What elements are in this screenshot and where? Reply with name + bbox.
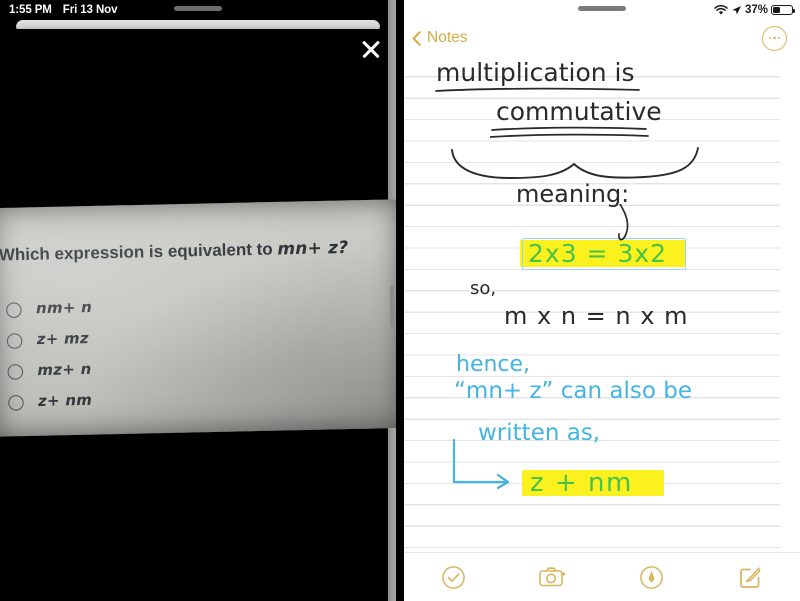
option-label: nm+ n — [35, 299, 93, 318]
worksheet-question: Which expression is equivalent to mn+ z? — [0, 237, 349, 265]
handwriting-line: z + nm — [530, 468, 633, 498]
split-screen-root: 1:55 PM Fri 13 Nov Which expression is e… — [0, 0, 800, 601]
radio-icon[interactable] — [6, 301, 22, 318]
notes-toolbar — [404, 552, 800, 601]
handwriting-line: m x n = n x m — [504, 302, 689, 330]
split-view-divider[interactable] — [388, 0, 404, 601]
left-status-bar: 1:55 PM Fri 13 Nov — [0, 0, 396, 20]
worksheet-option[interactable]: z+ nm — [8, 381, 276, 418]
notes-panel: 37% Notes multiplication is commutative … — [404, 0, 800, 601]
option-label: z+ nm — [37, 392, 93, 411]
handwriting-line: hence, — [456, 352, 531, 377]
double-underline-stroke — [490, 126, 649, 138]
close-icon[interactable] — [358, 36, 384, 62]
status-time: 1:55 PM — [9, 4, 52, 16]
question-prefix: Which expression is equivalent to — [0, 240, 278, 265]
back-button-label: Notes — [427, 29, 468, 46]
location-arrow-icon — [731, 5, 742, 16]
handwriting-line: “mn+ z” can also be — [454, 378, 693, 404]
handwriting-line: commutative — [496, 97, 662, 126]
status-date: Fri 13 Nov — [62, 4, 118, 16]
handwriting-line: 2x3 = 3x2 — [528, 239, 668, 268]
camera-icon[interactable] — [503, 553, 602, 601]
markup-icon[interactable] — [602, 553, 701, 601]
radio-icon[interactable] — [8, 394, 24, 411]
compose-icon[interactable] — [701, 553, 800, 601]
checklist-icon[interactable] — [404, 553, 503, 601]
battery-icon — [771, 4, 796, 16]
option-label: z+ mz — [36, 330, 90, 349]
back-to-notes-button[interactable]: Notes — [412, 29, 468, 47]
radio-icon[interactable] — [6, 332, 23, 349]
note-canvas[interactable]: multiplication is commutative meaning: 2… — [404, 56, 800, 553]
scrollbar-left[interactable] — [390, 285, 394, 327]
photo-viewer-panel: 1:55 PM Fri 13 Nov Which expression is e… — [0, 0, 396, 601]
radio-icon[interactable] — [7, 363, 24, 380]
worksheet-photo[interactable]: Which expression is equivalent to mn+ z?… — [0, 199, 396, 437]
right-status-bar: 37% — [404, 0, 800, 20]
multitask-grabber-left[interactable] — [174, 6, 222, 11]
photo-sheet-edge — [16, 20, 380, 29]
multitask-grabber-right[interactable] — [578, 6, 626, 11]
notes-nav-bar: Notes — [404, 20, 800, 56]
underline-stroke — [435, 87, 640, 92]
handwriting-line: multiplication is — [436, 58, 635, 87]
wifi-icon — [714, 4, 728, 16]
battery-percent: 37% — [744, 4, 768, 16]
worksheet-options: nm+ n z+ mz mz+ n z+ nm — [6, 289, 276, 418]
arrow-stroke — [452, 438, 510, 490]
status-indicators: 37% — [714, 4, 796, 16]
option-label: mz+ n — [37, 361, 92, 380]
handwriting-line: so, — [470, 278, 497, 299]
ellipsis-circle-icon[interactable] — [762, 25, 787, 51]
chevron-left-icon — [412, 30, 421, 46]
question-expression: mn+ z? — [277, 237, 349, 259]
